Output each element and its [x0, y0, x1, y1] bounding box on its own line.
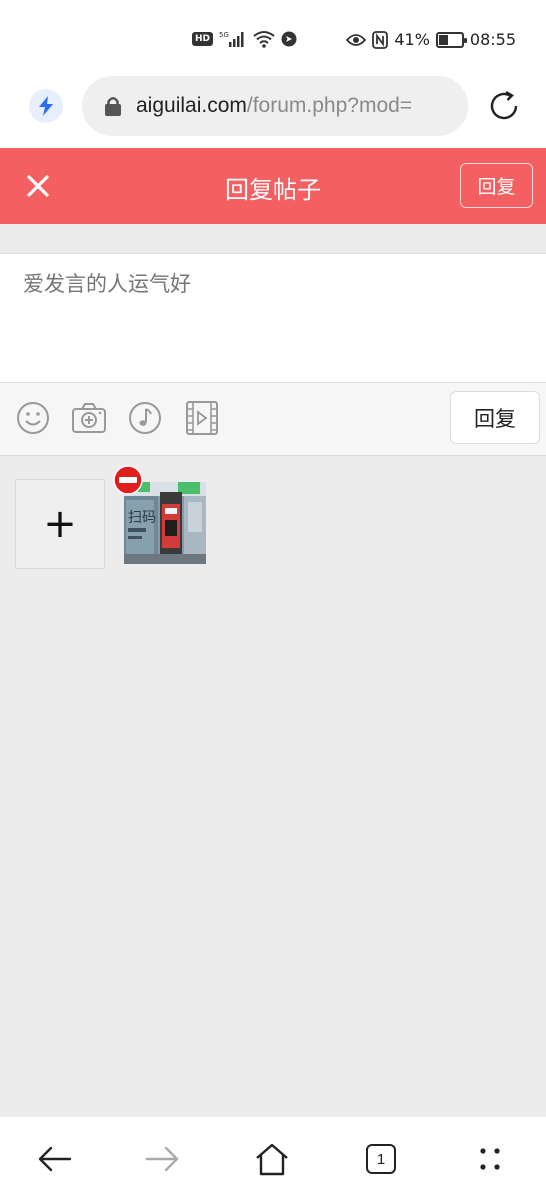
menu-button[interactable]	[470, 1139, 510, 1179]
home-button[interactable]	[252, 1139, 292, 1179]
back-icon	[38, 1146, 72, 1172]
wifi-icon	[253, 31, 275, 48]
url-path: /forum.php?mod=	[246, 94, 413, 117]
tabs-button[interactable]: 1	[361, 1139, 401, 1179]
video-icon[interactable]	[184, 400, 220, 436]
eye-icon	[346, 33, 367, 46]
signal-label: 5G	[219, 31, 229, 39]
battery-percent: 41%	[394, 30, 430, 49]
forward-button[interactable]	[143, 1139, 183, 1179]
forward-icon	[145, 1146, 179, 1172]
add-symbol: +	[43, 501, 77, 547]
lock-icon	[105, 97, 121, 116]
app-header: 回复帖子 回复	[0, 148, 546, 224]
browser-toolbar: aiguilai.com/forum.php?mod=	[0, 76, 546, 148]
header-reply-button[interactable]: 回复	[460, 163, 533, 208]
browser-bottom-nav: 1	[0, 1117, 546, 1200]
status-bar: HD 5G 41% 08:55	[0, 0, 546, 76]
reply-editor	[0, 253, 546, 383]
nfc-icon	[372, 30, 389, 49]
menu-icon	[480, 1148, 500, 1170]
location-arrow-icon	[281, 31, 297, 47]
editor-toolbar: 回复	[0, 383, 546, 456]
home-icon	[256, 1143, 288, 1176]
add-image-button[interactable]: +	[15, 479, 105, 569]
battery-icon	[435, 31, 467, 48]
url-text: aiguilai.com/forum.php?mod=	[136, 94, 412, 118]
reply-text-input[interactable]	[23, 272, 526, 296]
back-button[interactable]	[34, 1139, 74, 1179]
address-bar[interactable]: aiguilai.com/forum.php?mod=	[82, 76, 468, 136]
hd-badge: HD	[192, 32, 214, 46]
status-indicators-right: 41% 08:55	[346, 30, 516, 49]
lightning-icon	[39, 96, 53, 116]
battery-level	[438, 34, 448, 45]
tabs-icon: 1	[366, 1144, 396, 1174]
status-indicators-left: HD 5G	[192, 30, 297, 48]
music-icon[interactable]	[127, 400, 163, 436]
emoji-icon[interactable]	[15, 400, 51, 436]
speed-icon[interactable]	[29, 89, 63, 123]
cellular-signal-icon: 5G	[219, 31, 244, 47]
submit-reply-button[interactable]: 回复	[450, 391, 540, 444]
reload-icon[interactable]	[486, 88, 522, 124]
url-domain: aiguilai.com	[136, 94, 247, 117]
camera-icon[interactable]	[71, 400, 107, 436]
remove-attachment-icon[interactable]	[113, 465, 143, 495]
clock: 08:55	[469, 30, 516, 49]
thumb-text: 扫码	[128, 510, 156, 526]
